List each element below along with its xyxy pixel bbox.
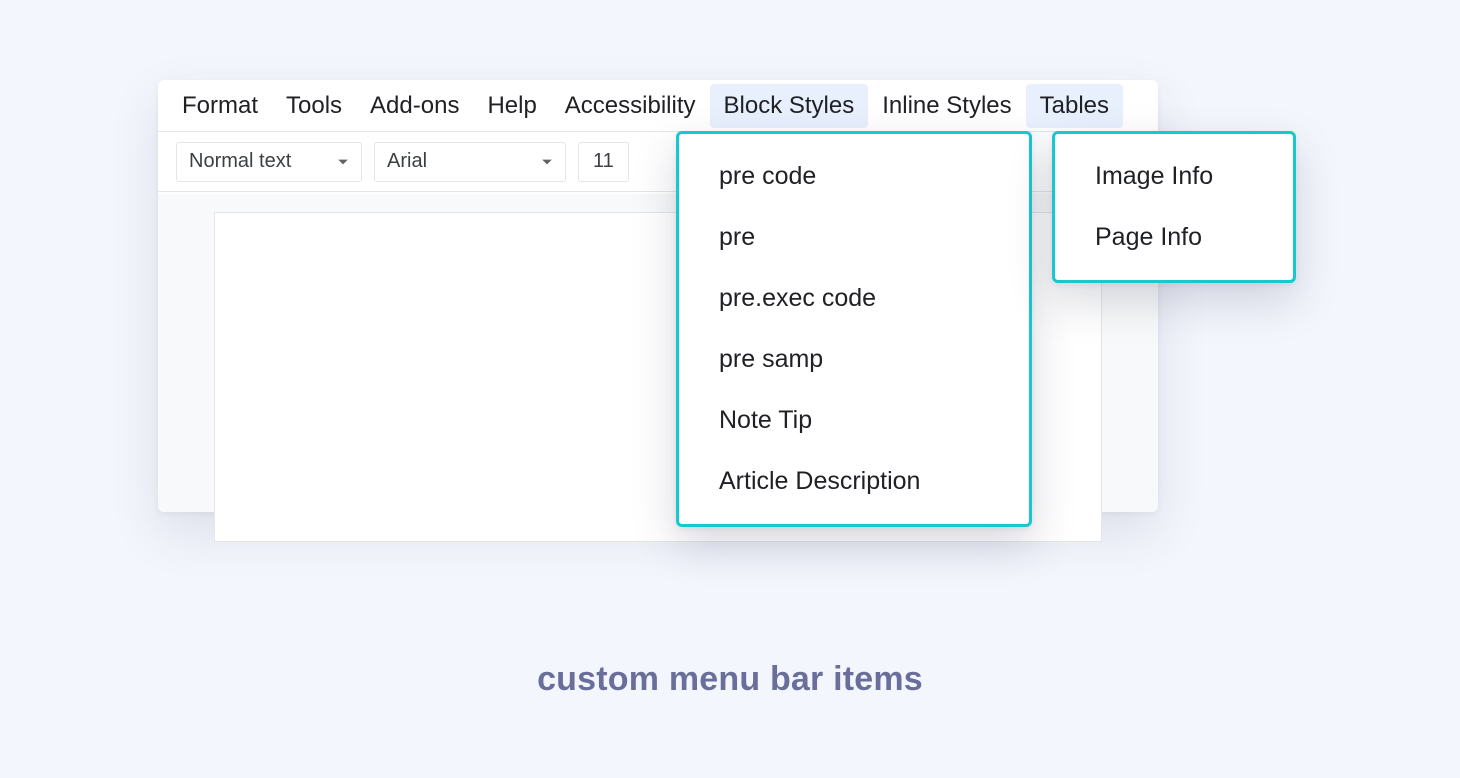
menu-item-inline-styles[interactable]: Inline Styles — [868, 84, 1025, 128]
dropdown-item-label: pre — [719, 223, 755, 251]
caret-down-icon — [541, 156, 553, 168]
dropdown-item-page-info[interactable]: Page Info — [1055, 207, 1293, 268]
text-style-value: Normal text — [189, 150, 291, 173]
dropdown-item-pre-code[interactable]: pre code — [679, 146, 1029, 207]
menu-item-tools[interactable]: Tools — [272, 84, 356, 128]
menu-item-label: Format — [182, 92, 258, 119]
menu-item-label: Block Styles — [724, 92, 855, 119]
dropdown-item-label: Note Tip — [719, 406, 812, 434]
menu-item-label: Add-ons — [370, 92, 459, 119]
dropdown-item-pre[interactable]: pre — [679, 207, 1029, 268]
dropdown-item-label: Image Info — [1095, 162, 1213, 190]
dropdown-block-styles: pre code pre pre.exec code pre samp Note… — [676, 131, 1032, 527]
menu-item-label: Tables — [1040, 92, 1109, 119]
menu-item-accessibility[interactable]: Accessibility — [551, 84, 710, 128]
dropdown-item-pre-exec-code[interactable]: pre.exec code — [679, 268, 1029, 329]
font-family-value: Arial — [387, 150, 427, 173]
menu-item-label: Accessibility — [565, 92, 696, 119]
dropdown-item-image-info[interactable]: Image Info — [1055, 146, 1293, 207]
font-size-input[interactable]: 11 — [578, 142, 629, 182]
caption-text: custom menu bar items — [537, 660, 923, 698]
text-style-dropdown[interactable]: Normal text — [176, 142, 362, 182]
dropdown-item-pre-samp[interactable]: pre samp — [679, 329, 1029, 390]
dropdown-item-label: pre code — [719, 162, 816, 190]
menu-item-tables[interactable]: Tables — [1026, 84, 1123, 128]
menu-item-label: Tools — [286, 92, 342, 119]
dropdown-item-label: pre samp — [719, 345, 823, 373]
menu-item-format[interactable]: Format — [168, 84, 272, 128]
dropdown-item-label: Article Description — [719, 467, 920, 495]
dropdown-item-label: Page Info — [1095, 223, 1202, 251]
caption: custom menu bar items — [0, 660, 1460, 699]
dropdown-tables: Image Info Page Info — [1052, 131, 1296, 283]
dropdown-item-note-tip[interactable]: Note Tip — [679, 390, 1029, 451]
font-size-value: 11 — [593, 150, 614, 173]
menu-item-label: Inline Styles — [882, 92, 1011, 119]
menu-item-add-ons[interactable]: Add-ons — [356, 84, 473, 128]
menu-item-label: Help — [487, 92, 536, 119]
menubar: Format Tools Add-ons Help Accessibility … — [158, 80, 1158, 132]
dropdown-item-article-description[interactable]: Article Description — [679, 451, 1029, 512]
dropdown-item-label: pre.exec code — [719, 284, 876, 312]
menu-item-help[interactable]: Help — [473, 84, 550, 128]
caret-down-icon — [337, 156, 349, 168]
menu-item-block-styles[interactable]: Block Styles — [710, 84, 869, 128]
font-family-dropdown[interactable]: Arial — [374, 142, 566, 182]
